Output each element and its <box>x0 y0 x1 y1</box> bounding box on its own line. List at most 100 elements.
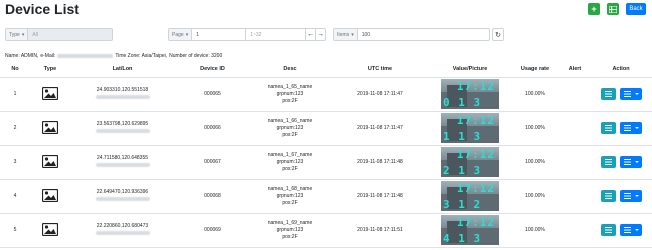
menu-dropdown-button[interactable] <box>619 224 642 236</box>
row-device-id: 000069 <box>175 213 250 248</box>
row-picture[interactable]: 17:12 3 1 2 <box>441 181 499 211</box>
row-no: 5 <box>0 213 30 248</box>
row-type <box>30 111 70 146</box>
row-actions <box>590 145 652 180</box>
table-row[interactable]: 5 22.220860,120.680473 000069 namea_1_69… <box>0 213 652 248</box>
row-device-id: 000065 <box>175 77 250 112</box>
page-filter[interactable]: Page ▾ 1 1~32 ← → <box>168 28 326 41</box>
type-value: All <box>28 29 112 40</box>
row-latlon: 22.649470,120.936396 <box>70 179 175 214</box>
items-input[interactable]: 100 <box>358 29 489 40</box>
page-dropdown[interactable]: Page ▾ <box>169 29 193 40</box>
refresh-button[interactable]: ↻ <box>492 28 504 41</box>
device-count: Number of device: 3200 <box>169 53 223 59</box>
grid-view-button[interactable] <box>607 3 619 15</box>
row-coordinates: 22.649470,120.936396 <box>96 189 149 195</box>
col-latlon[interactable]: Lat/Lon <box>70 61 175 78</box>
picture-value-digits: 3 1 2 <box>443 198 482 211</box>
menu-dropdown-button[interactable] <box>619 122 642 134</box>
list-button[interactable] <box>600 156 616 168</box>
type-dropdown[interactable]: Type ▾ <box>6 29 29 40</box>
row-picture-cell: 17:12 4 1 3 <box>430 213 510 248</box>
row-desc-name: namea_1_65_name <box>267 83 313 90</box>
type-filter[interactable]: Type ▾ All <box>5 28 113 41</box>
row-email-redacted <box>95 129 150 133</box>
col-action: Action <box>590 61 652 78</box>
image-icon <box>42 86 58 100</box>
row-type <box>30 145 70 180</box>
picture-value-digits: 0 1 3 <box>443 96 482 109</box>
col-alert[interactable]: Alert <box>560 61 590 78</box>
menu-dropdown-button[interactable] <box>619 88 642 100</box>
list-icon <box>604 193 612 199</box>
row-email-redacted <box>95 95 150 99</box>
row-picture-cell: 17:12 3 1 2 <box>430 179 510 214</box>
list-button[interactable] <box>600 190 616 202</box>
list-icon <box>604 91 612 97</box>
row-picture[interactable]: 17:12 4 1 3 <box>441 215 499 245</box>
add-device-button[interactable]: + <box>588 3 600 15</box>
col-no[interactable]: No <box>0 61 30 78</box>
col-desc[interactable]: Desc <box>250 61 330 78</box>
list-button[interactable] <box>600 88 616 100</box>
menu-icon <box>623 227 631 233</box>
row-usage-rate: 100.00% <box>510 145 560 180</box>
row-desc-pos: pos:2F <box>282 131 298 138</box>
items-dropdown[interactable]: Items ▾ <box>334 29 358 40</box>
row-picture[interactable]: 17:12 2 1 3 <box>441 147 499 177</box>
menu-icon <box>623 159 631 165</box>
caret-down-icon <box>634 195 639 197</box>
col-type[interactable]: Type <box>30 61 70 78</box>
row-no: 1 <box>0 77 30 112</box>
email-label: e-Mail: <box>40 53 56 59</box>
time-zone: Time Zone: Asia/Taipei, <box>115 53 168 59</box>
col-usage-rate[interactable]: Usage rate <box>510 61 560 78</box>
row-type <box>30 179 70 214</box>
row-coordinates: 23.563798,120.629895 <box>96 121 149 127</box>
row-alert <box>560 145 590 180</box>
list-icon <box>604 159 612 165</box>
row-picture-cell: 17:12 0 1 3 <box>430 77 510 112</box>
row-desc-grp: grpnum:123 <box>276 124 304 131</box>
row-desc-grp: grpnum:123 <box>276 158 304 165</box>
row-no: 4 <box>0 179 30 214</box>
row-alert <box>560 179 590 214</box>
row-desc-pos: pos:2F <box>282 97 298 104</box>
table-row[interactable]: 1 24.903310,120.551518 000065 namea_1_65… <box>0 77 652 112</box>
row-latlon: 24.711580,120.648355 <box>70 145 175 180</box>
col-value-picture[interactable]: Value/Picture <box>430 61 510 78</box>
row-utc-time: 2019-11-08 17:11:51 <box>330 213 430 248</box>
image-icon <box>42 222 58 236</box>
next-page-button[interactable]: → <box>315 29 325 40</box>
items-filter[interactable]: Items ▾ 100 <box>333 28 490 41</box>
row-device-id: 000066 <box>175 111 250 146</box>
table-row[interactable]: 2 23.563798,120.629895 000066 namea_1_66… <box>0 111 652 146</box>
row-coordinates: 24.903310,120.551518 <box>96 87 149 93</box>
caret-down-icon <box>634 229 639 231</box>
row-desc-grp: grpnum:123 <box>276 226 304 233</box>
table-row[interactable]: 3 24.711580,120.648355 000067 namea_1_67… <box>0 145 652 180</box>
row-desc-grp: grpnum:123 <box>276 90 304 97</box>
row-desc: namea_1_65_name grpnum:123 pos:2F <box>250 77 330 112</box>
row-picture[interactable]: 17:12 1 1 3 <box>441 113 499 143</box>
row-desc-name: namea_1_69_name <box>267 219 313 226</box>
prev-page-button[interactable]: ← <box>305 29 315 40</box>
table-row[interactable]: 4 22.649470,120.936396 000068 namea_1_68… <box>0 179 652 214</box>
menu-dropdown-button[interactable] <box>619 156 642 168</box>
list-button[interactable] <box>600 122 616 134</box>
back-button[interactable]: Back <box>626 3 646 15</box>
page-input[interactable]: 1 <box>192 29 247 40</box>
list-button[interactable] <box>600 224 616 236</box>
plus-icon: + <box>591 4 597 14</box>
col-utc-time[interactable]: UTC time <box>330 61 430 78</box>
menu-dropdown-button[interactable] <box>619 190 642 202</box>
user-info: Name: ADMIN, e-Mail: Time Zone: Asia/Tai… <box>5 53 222 59</box>
row-latlon: 23.563798,120.629895 <box>70 111 175 146</box>
menu-icon <box>623 91 631 97</box>
caret-down-icon: ▾ <box>21 31 25 38</box>
row-actions <box>590 179 652 214</box>
row-device-id: 000067 <box>175 145 250 180</box>
row-picture[interactable]: 17:12 0 1 3 <box>441 79 499 109</box>
col-device-id[interactable]: Device ID <box>175 61 250 78</box>
row-usage-rate: 100.00% <box>510 179 560 214</box>
